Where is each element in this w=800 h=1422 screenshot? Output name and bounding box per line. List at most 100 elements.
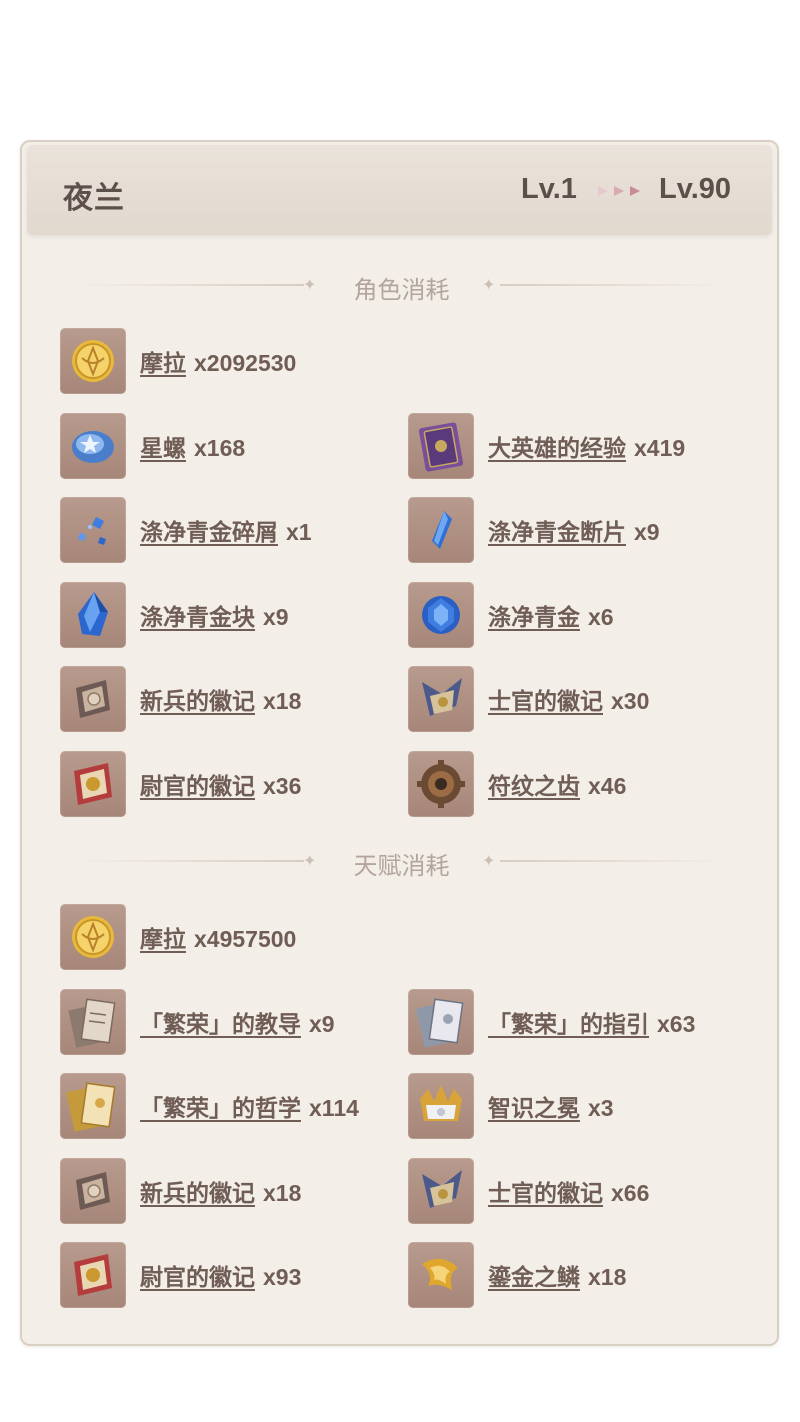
character-material-item[interactable]: 士官的徽记 x30	[408, 666, 748, 732]
character-material-item[interactable]: 摩拉 x2092530	[60, 328, 400, 394]
talent-material-item[interactable]: 摩拉 x4957500	[60, 904, 400, 970]
material-quantity: x66	[611, 1180, 650, 1206]
gilded-scale-icon[interactable]	[408, 1242, 474, 1308]
material-text: 「繁荣」的指引 x63	[488, 1005, 695, 1039]
lieutenant-insignia-icon[interactable]	[60, 1242, 126, 1308]
talent-material-item[interactable]: 「繁荣」的哲学 x114	[60, 1073, 400, 1139]
material-card: 夜兰 Lv.1 Lv.90 ✦ 角色消耗 ✦ 摩拉 x2092530 星螺 x168 大…	[20, 140, 779, 1346]
material-name-link[interactable]: 尉官的徽记	[140, 1265, 255, 1291]
material-text: 摩拉 x2092530	[140, 344, 296, 378]
material-text: 新兵的徽记 x18	[140, 1174, 301, 1208]
material-quantity: x9	[309, 1011, 335, 1037]
material-name-link[interactable]: 涤净青金块	[140, 605, 255, 631]
lapis-fragment-icon[interactable]	[408, 497, 474, 563]
material-quantity: x36	[263, 773, 302, 799]
talent-cost-title: 天赋消耗	[353, 852, 450, 880]
material-text: 尉官的徽记 x36	[140, 767, 301, 801]
runic-fang-icon[interactable]	[408, 751, 474, 817]
material-name-link[interactable]: 涤净青金	[488, 605, 580, 631]
material-quantity: x30	[611, 688, 650, 714]
material-name-link[interactable]: 尉官的徽记	[140, 774, 255, 800]
level-to: Lv.90	[659, 173, 732, 205]
talent-material-item[interactable]: 鎏金之鳞 x18	[408, 1242, 748, 1308]
recruit-insignia-icon[interactable]	[60, 1158, 126, 1224]
sergeant-insignia-icon[interactable]	[408, 1158, 474, 1224]
lapis-chunk-icon[interactable]	[60, 582, 126, 648]
material-text: 士官的徽记 x66	[488, 1174, 649, 1208]
material-quantity: x18	[263, 688, 302, 714]
material-quantity: x168	[194, 435, 246, 461]
material-text: 符纹之齿 x46	[488, 767, 626, 801]
material-quantity: x18	[263, 1180, 302, 1206]
material-name-link[interactable]: 摩拉	[140, 927, 186, 953]
character-material-item[interactable]: 大英雄的经验 x419	[408, 413, 748, 479]
material-name-link[interactable]: 星螺	[140, 436, 186, 462]
sergeant-insignia-icon[interactable]	[408, 666, 474, 732]
material-name-link[interactable]: 新兵的徽记	[140, 689, 255, 715]
material-name-link[interactable]: 新兵的徽记	[140, 1181, 255, 1207]
material-name-link[interactable]: 大英雄的经验	[488, 436, 626, 462]
sparkle-icon: ✦	[482, 275, 496, 294]
material-quantity: x419	[634, 435, 686, 461]
sparkle-icon: ✦	[482, 851, 496, 870]
lapis-gemstone-icon[interactable]	[408, 582, 474, 648]
character-material-item[interactable]: 尉官的徽记 x36	[60, 751, 400, 817]
character-material-item[interactable]: 星螺 x168	[60, 413, 400, 479]
lapis-sliver-icon[interactable]	[60, 497, 126, 563]
material-quantity: x4957500	[194, 926, 297, 952]
teachings-prosperity-icon[interactable]	[60, 989, 126, 1055]
lieutenant-insignia-icon[interactable]	[60, 751, 126, 817]
material-quantity: x6	[588, 604, 614, 630]
material-text: 新兵的徽记 x18	[140, 682, 301, 716]
material-quantity: x3	[588, 1095, 614, 1121]
recruit-insignia-icon[interactable]	[60, 666, 126, 732]
character-material-item[interactable]: 符纹之齿 x46	[408, 751, 748, 817]
mora-coin-icon[interactable]	[60, 904, 126, 970]
material-text: 「繁荣」的教导 x9	[140, 1005, 335, 1039]
talent-material-item[interactable]: 新兵的徽记 x18	[60, 1158, 400, 1224]
character-material-item[interactable]: 涤净青金断片 x9	[408, 497, 748, 563]
material-name-link[interactable]: 智识之冕	[488, 1096, 580, 1122]
material-quantity: x1	[286, 519, 312, 545]
material-quantity: x46	[588, 773, 627, 799]
level-arrows-icon	[598, 186, 640, 196]
material-name-link[interactable]: 「繁荣」的教导	[140, 1012, 301, 1038]
material-quantity: x2092530	[194, 350, 297, 376]
character-material-item[interactable]: 涤净青金 x6	[408, 582, 748, 648]
material-text: 星螺 x168	[140, 429, 245, 463]
level-from: Lv.1	[521, 173, 577, 205]
character-cost-divider: ✦ 角色消耗 ✦	[22, 270, 781, 304]
crown-of-insight-icon[interactable]	[408, 1073, 474, 1139]
material-quantity: x18	[588, 1264, 627, 1290]
talent-material-item[interactable]: 尉官的徽记 x93	[60, 1242, 400, 1308]
talent-material-item[interactable]: 智识之冕 x3	[408, 1073, 748, 1139]
material-name-link[interactable]: 摩拉	[140, 351, 186, 377]
material-text: 鎏金之鳞 x18	[488, 1258, 626, 1292]
philosophies-prosperity-icon[interactable]	[60, 1073, 126, 1139]
material-name-link[interactable]: 「繁荣」的哲学	[140, 1096, 301, 1122]
material-text: 摩拉 x4957500	[140, 920, 296, 954]
guide-prosperity-icon[interactable]	[408, 989, 474, 1055]
material-quantity: x9	[263, 604, 289, 630]
material-name-link[interactable]: 鎏金之鳞	[488, 1265, 580, 1291]
starconch-icon[interactable]	[60, 413, 126, 479]
talent-material-item[interactable]: 士官的徽记 x66	[408, 1158, 748, 1224]
material-name-link[interactable]: 士官的徽记	[488, 689, 603, 715]
material-name-link[interactable]: 「繁荣」的指引	[488, 1012, 649, 1038]
material-text: 涤净青金断片 x9	[488, 513, 660, 547]
character-material-item[interactable]: 涤净青金块 x9	[60, 582, 400, 648]
mora-coin-icon[interactable]	[60, 328, 126, 394]
character-material-item[interactable]: 新兵的徽记 x18	[60, 666, 400, 732]
material-name-link[interactable]: 士官的徽记	[488, 1181, 603, 1207]
character-material-item[interactable]: 涤净青金碎屑 x1	[60, 497, 400, 563]
talent-material-item[interactable]: 「繁荣」的指引 x63	[408, 989, 748, 1055]
heros-wit-book-icon[interactable]	[408, 413, 474, 479]
material-name-link[interactable]: 涤净青金碎屑	[140, 520, 278, 546]
character-name: 夜兰	[63, 181, 125, 216]
material-quantity: x9	[634, 519, 660, 545]
material-name-link[interactable]: 符纹之齿	[488, 774, 580, 800]
material-name-link[interactable]: 涤净青金断片	[488, 520, 626, 546]
material-text: 涤净青金块 x9	[140, 598, 289, 632]
talent-material-item[interactable]: 「繁荣」的教导 x9	[60, 989, 400, 1055]
material-text: 涤净青金 x6	[488, 598, 614, 632]
